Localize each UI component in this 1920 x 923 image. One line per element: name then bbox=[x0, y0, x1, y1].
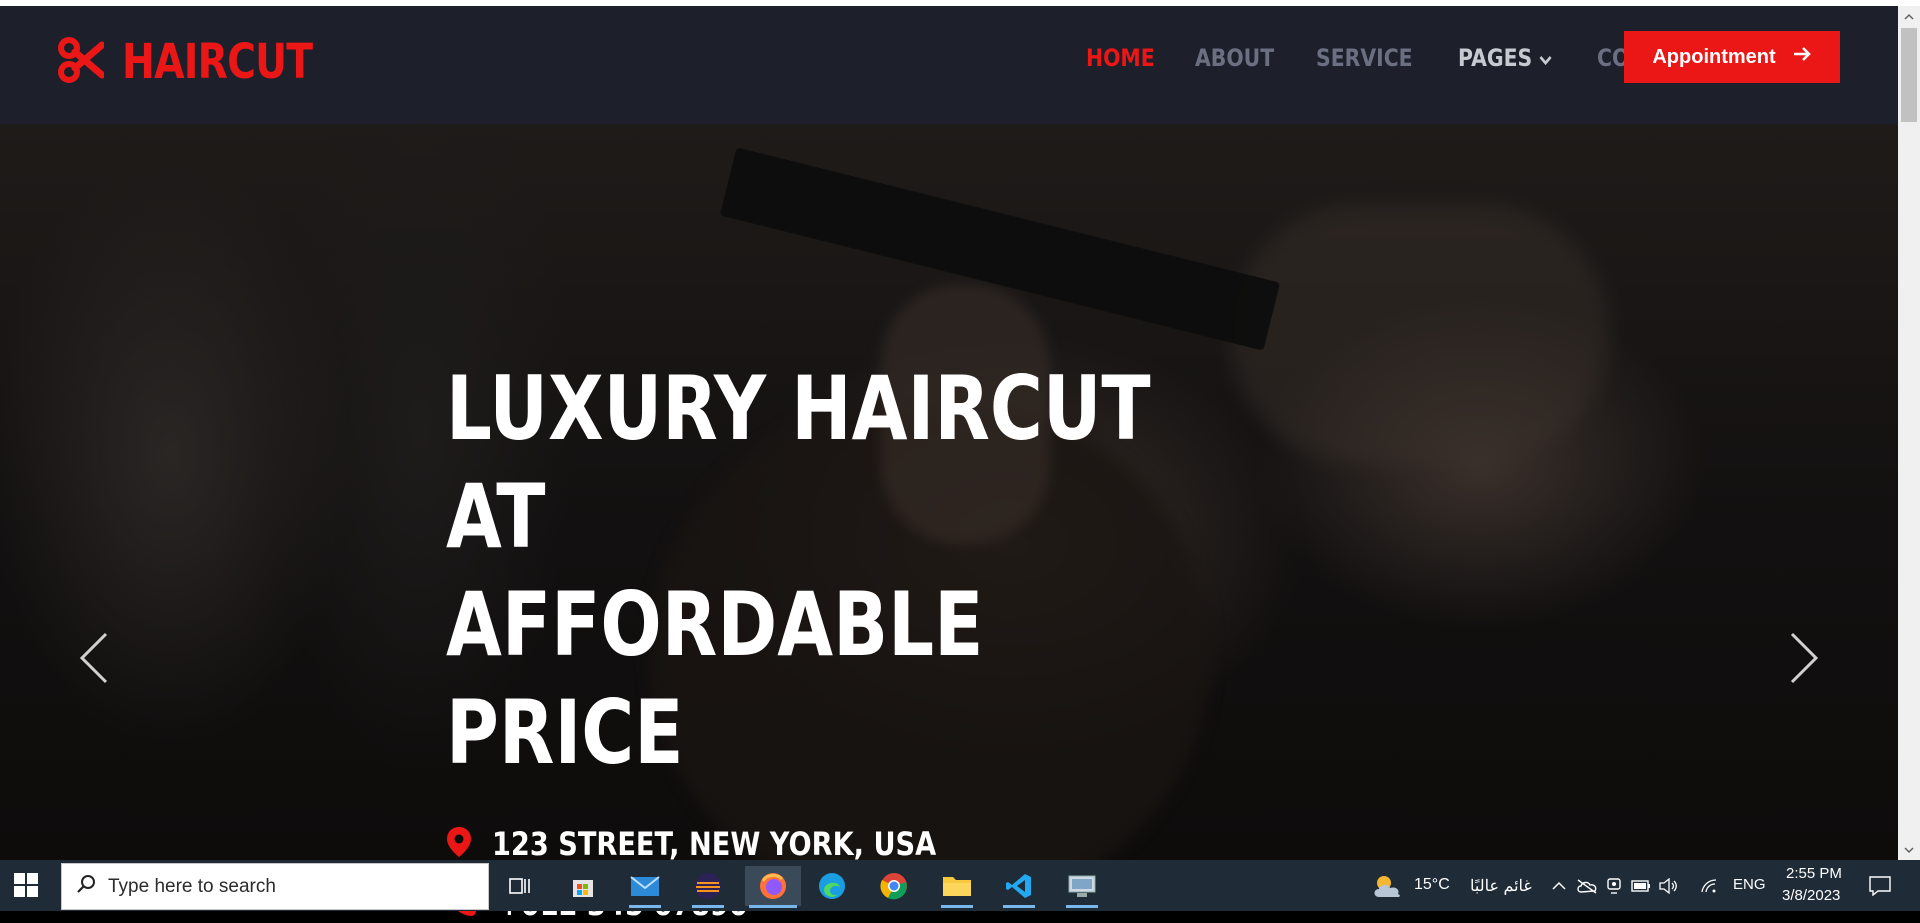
page-scrollbar[interactable] bbox=[1898, 6, 1920, 860]
hero-content: LUXURY HAIRCUT AT AFFORDABLE PRICE 123 S… bbox=[446, 355, 1346, 923]
hero-address-text: 123 STREET, NEW YORK, USA bbox=[492, 825, 937, 863]
carousel-prev-icon[interactable] bbox=[76, 630, 112, 691]
mail-icon[interactable] bbox=[625, 866, 665, 908]
remote-desktop-icon[interactable] bbox=[1062, 866, 1102, 908]
nav-about[interactable]: ABOUT bbox=[1195, 44, 1274, 72]
hero-title-line2: AFFORDABLE PRICE bbox=[446, 573, 984, 784]
hero-address: 123 STREET, NEW YORK, USA bbox=[446, 825, 1346, 863]
mail-running-indicator bbox=[629, 905, 661, 908]
windows-start-icon[interactable] bbox=[14, 873, 38, 902]
clock-date[interactable]: 3/8/2023 bbox=[1782, 887, 1840, 904]
search-icon bbox=[76, 874, 96, 899]
search-placeholder: Type here to search bbox=[108, 875, 276, 897]
weather-description[interactable]: غائم عالبًا bbox=[1470, 876, 1532, 896]
remote-desktop-running-indicator bbox=[1066, 905, 1098, 908]
firefox-running-indicator bbox=[749, 905, 797, 908]
scroll-up-icon[interactable] bbox=[1903, 10, 1915, 22]
weather-cloud-icon[interactable] bbox=[1368, 866, 1408, 906]
volume-icon[interactable] bbox=[1653, 866, 1683, 906]
eclipse-icon[interactable] bbox=[688, 866, 728, 908]
firefox-icon[interactable] bbox=[745, 866, 801, 908]
brand-logo[interactable]: HAIRCUT bbox=[58, 34, 354, 90]
site-navbar: HAIRCUT HOME ABOUT SERVICE PAGES CONTACT… bbox=[0, 6, 1898, 124]
arrow-right-icon bbox=[1792, 45, 1812, 69]
windows-taskbar: Type here to search 15°C غائم عالبًا ENG… bbox=[0, 860, 1920, 911]
clock-time[interactable]: 2:55 PM bbox=[1786, 865, 1842, 882]
vscode-running-indicator bbox=[1003, 905, 1035, 908]
battery-icon[interactable] bbox=[1626, 866, 1656, 906]
eclipse-running-indicator bbox=[692, 905, 724, 908]
carousel-next-icon[interactable] bbox=[1786, 630, 1822, 691]
chevron-down-icon bbox=[1539, 44, 1553, 72]
hero-title: LUXURY HAIRCUT AT AFFORDABLE PRICE bbox=[446, 355, 1184, 787]
scroll-down-icon[interactable] bbox=[1903, 843, 1915, 855]
weather-temperature[interactable]: 15°C bbox=[1414, 876, 1450, 894]
task-view-icon[interactable] bbox=[500, 866, 540, 906]
vscode-icon[interactable] bbox=[999, 866, 1039, 908]
file-explorer-icon[interactable] bbox=[937, 866, 977, 908]
microsoft-store-icon[interactable] bbox=[563, 866, 603, 906]
file-explorer-running-indicator bbox=[941, 905, 973, 908]
nav-pages-label: PAGES bbox=[1457, 44, 1532, 72]
chrome-icon[interactable] bbox=[874, 866, 914, 906]
nav-home[interactable]: HOME bbox=[1086, 44, 1155, 72]
appointment-label: Appointment bbox=[1652, 45, 1776, 68]
appointment-button[interactable]: Appointment bbox=[1624, 31, 1840, 83]
scissors-icon bbox=[58, 36, 106, 88]
webcam-icon[interactable] bbox=[1599, 866, 1629, 906]
input-language[interactable]: ENG bbox=[1733, 876, 1766, 893]
brand-name: HAIRCUT bbox=[122, 34, 313, 90]
wifi-icon[interactable] bbox=[1693, 866, 1725, 906]
edge-icon[interactable] bbox=[812, 866, 852, 906]
main-nav: HOME ABOUT SERVICE PAGES CONTACT bbox=[1086, 44, 1712, 72]
nav-service[interactable]: SERVICE bbox=[1316, 44, 1413, 72]
scrollbar-thumb[interactable] bbox=[1901, 28, 1917, 122]
notification-icon[interactable] bbox=[1860, 866, 1900, 906]
taskbar-search-input[interactable]: Type here to search bbox=[61, 863, 489, 910]
map-marker-icon bbox=[446, 826, 472, 863]
nav-pages[interactable]: PAGES bbox=[1458, 44, 1553, 72]
hero-title-line1: LUXURY HAIRCUT AT bbox=[446, 357, 1151, 568]
